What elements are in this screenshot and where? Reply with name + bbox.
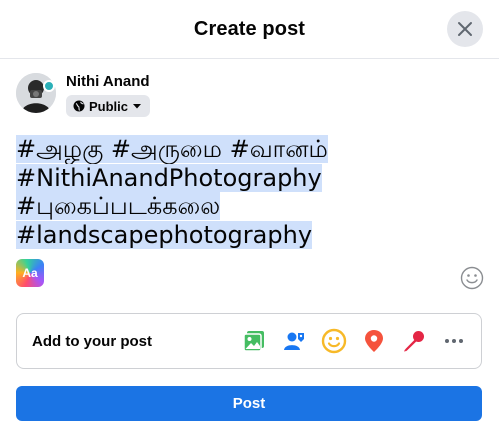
tag-people-icon[interactable] [281,328,307,354]
photo-video-icon[interactable] [241,328,267,354]
audience-label: Public [89,98,129,114]
emoji-icon[interactable] [460,266,484,290]
add-to-post-bar: Add to your post [16,313,482,369]
text-format-button[interactable]: Aa [16,259,44,287]
more-icon[interactable] [441,328,467,354]
check-in-icon[interactable] [361,328,387,354]
audience-selector[interactable]: Public [66,95,151,117]
close-icon [458,22,472,36]
user-name: Nithi Anand [66,73,150,90]
feeling-activity-icon[interactable] [321,328,347,354]
add-to-post-label: Add to your post [32,333,152,350]
caret-down-icon [133,104,142,109]
post-text-line: #NithiAnandPhotography [16,163,322,192]
profile-photo [16,73,56,113]
dialog-header: Create post [0,0,499,59]
avatar-badge [43,80,55,92]
post-button[interactable]: Post [16,386,482,421]
text-format-label: Aa [22,266,38,280]
globe-icon [73,100,85,112]
live-video-icon[interactable] [401,328,427,354]
post-text-line: #landscapephotography [16,220,313,249]
dialog-title: Create post [193,18,306,40]
post-text-area[interactable]: #அழகு #அருமை #வானம் #NithiAnandPhotograp… [16,135,456,249]
close-button[interactable] [447,11,483,47]
avatar[interactable] [16,73,56,113]
post-text-line: #அழகு #அருமை #வானம் [16,135,328,163]
post-text-line: #புகைப்படக்கலை [16,192,221,220]
